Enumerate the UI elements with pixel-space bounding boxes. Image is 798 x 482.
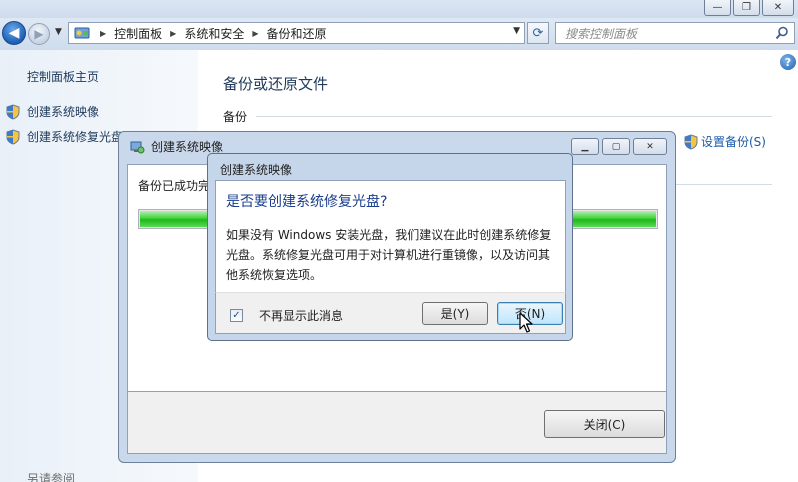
minimize-button[interactable]: — bbox=[704, 0, 731, 16]
sidebar-item-create-system-image[interactable]: 创建系统映像 bbox=[6, 103, 99, 120]
dialog-heading: 是否要创建系统修复光盘? bbox=[226, 194, 388, 210]
maximize-button[interactable]: ❐ bbox=[733, 0, 760, 16]
breadcrumb-system-security[interactable]: 系统和安全 bbox=[184, 25, 244, 42]
dialog-content: 是否要创建系统修复光盘? 如果没有 Windows 安装光盘，我们建议在此时创建… bbox=[215, 180, 566, 292]
sidebar-home-link[interactable]: 控制面板主页 bbox=[27, 68, 99, 85]
breadcrumb-separator[interactable]: ▶ bbox=[100, 29, 106, 38]
dialog-footer: 关闭(C) bbox=[127, 392, 667, 454]
sidebar-item-label: 创建系统映像 bbox=[27, 105, 100, 119]
dialog-message: 如果没有 Windows 安装光盘，我们建议在此时创建系统修复光盘。系统修复光盘… bbox=[226, 228, 552, 282]
breadcrumb-separator[interactable]: ▶ bbox=[170, 29, 176, 38]
maximize-button[interactable]: ▢ bbox=[602, 138, 630, 155]
search-placeholder: 搜索控制面板 bbox=[565, 26, 638, 41]
breadcrumb-backup-restore[interactable]: 备份和还原 bbox=[267, 25, 327, 42]
breadcrumb-separator[interactable]: ▶ bbox=[252, 29, 258, 38]
uac-shield-icon bbox=[6, 128, 20, 145]
back-arrow-icon[interactable]: ◀ bbox=[2, 21, 26, 45]
navigation-bar: ◀ ▶ ▼ ▶ 控制面板 ▶ 系统和安全 ▶ 备份和还原 ▼ ⟳ 搜索控制面板 bbox=[0, 18, 798, 50]
system-image-icon bbox=[130, 141, 145, 153]
page-title: 备份或还原文件 bbox=[223, 75, 329, 93]
setup-backup-link[interactable]: 设置备份(S) bbox=[684, 133, 766, 150]
close-dialog-button[interactable]: ✕ bbox=[633, 138, 667, 155]
search-input[interactable]: 搜索控制面板 bbox=[555, 22, 795, 44]
sidebar-item-create-repair-disc[interactable]: 创建系统修复光盘 bbox=[6, 128, 123, 145]
recent-pages-dropdown[interactable]: ▼ bbox=[55, 27, 62, 37]
refresh-icon[interactable]: ⟳ bbox=[527, 22, 549, 44]
address-bar[interactable]: ▶ 控制面板 ▶ 系统和安全 ▶ 备份和还原 ▼ bbox=[68, 22, 525, 44]
setup-backup-label: 设置备份(S) bbox=[701, 135, 766, 149]
dont-show-again-option[interactable]: ✓ 不再显示此消息 bbox=[230, 307, 343, 324]
minimize-button[interactable]: ▁ bbox=[571, 138, 599, 155]
address-dropdown-icon[interactable]: ▼ bbox=[513, 26, 520, 36]
uac-shield-icon bbox=[6, 103, 20, 120]
search-icon[interactable] bbox=[775, 26, 789, 40]
close-window-button[interactable]: ✕ bbox=[762, 0, 794, 16]
forward-arrow-icon[interactable]: ▶ bbox=[28, 23, 50, 45]
close-button[interactable]: 关闭(C) bbox=[544, 410, 665, 438]
control-panel-icon bbox=[72, 24, 92, 42]
section-heading-backup: 备份 bbox=[223, 110, 248, 124]
dont-show-again-checkbox[interactable]: ✓ bbox=[230, 309, 243, 322]
window-controls: — ❐ ✕ bbox=[704, 0, 794, 16]
section-divider bbox=[256, 116, 772, 117]
dialog-title: 创建系统映像 bbox=[220, 163, 293, 177]
dialog-controls: ▁ ▢ ✕ bbox=[571, 138, 667, 155]
section-divider bbox=[676, 184, 772, 185]
explorer-title-bar: — ❐ ✕ bbox=[0, 0, 798, 18]
backup-status-text: 备份已成功完 bbox=[138, 179, 211, 193]
uac-shield-icon bbox=[684, 133, 698, 150]
dialog-footer: ✓ 不再显示此消息 是(Y) 否(N) bbox=[215, 292, 566, 334]
help-icon[interactable]: ? bbox=[780, 54, 796, 70]
breadcrumb-control-panel[interactable]: 控制面板 bbox=[114, 25, 162, 42]
yes-button[interactable]: 是(Y) bbox=[422, 302, 488, 325]
checkbox-label[interactable]: 不再显示此消息 bbox=[259, 307, 343, 324]
see-also-heading: 另请参阅 bbox=[27, 472, 76, 482]
sidebar-item-label: 创建系统修复光盘 bbox=[27, 130, 124, 144]
mouse-pointer-icon bbox=[519, 312, 533, 333]
dialog-title-bar: 创建系统映像 bbox=[129, 138, 223, 155]
